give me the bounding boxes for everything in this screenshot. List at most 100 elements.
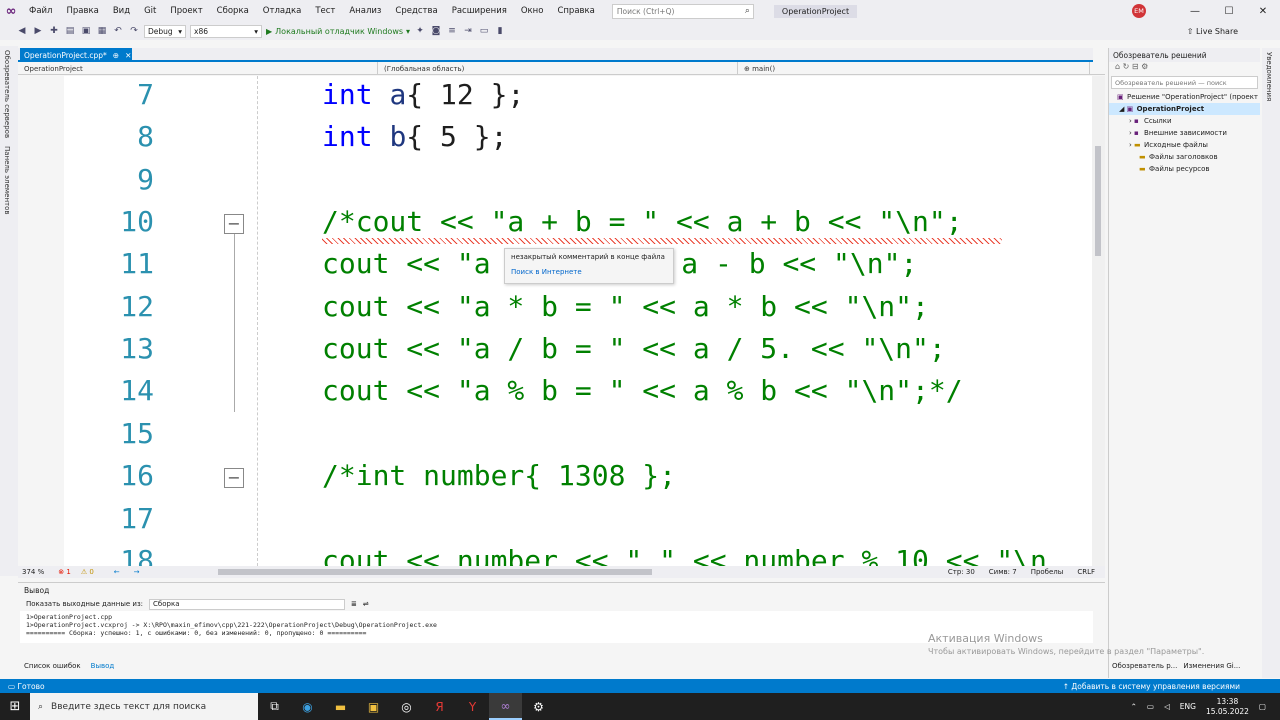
open-folder-icon[interactable]: ▤ (64, 26, 76, 36)
menu-extensions[interactable]: Расширения (445, 6, 514, 16)
tree-item-project[interactable]: ◢ ▣ OperationProject (1109, 103, 1260, 115)
save-all-icon[interactable]: ▦ (96, 26, 108, 36)
nav-back-icon[interactable]: ← (114, 568, 120, 576)
tree-item-source-files[interactable]: › ▬ Исходные файлы (1109, 139, 1260, 151)
maximize-icon[interactable]: ☐ (1212, 6, 1246, 17)
menu-view[interactable]: Вид (106, 6, 137, 16)
project-dropdown[interactable]: OperationProject (18, 62, 378, 75)
error-count[interactable]: ⊗ 1 (58, 568, 71, 576)
live-share-button[interactable]: ⇧ Live Share (1187, 27, 1238, 36)
undo-icon[interactable]: ↶ (112, 26, 124, 36)
toolbox-tab[interactable]: Панель элементов (0, 142, 14, 219)
bookmark-icon[interactable]: ▮ (494, 26, 506, 36)
tab-git-changes[interactable]: Изменения Gi... (1183, 662, 1240, 670)
zoom-level[interactable]: 374 % (22, 568, 44, 576)
chrome-icon[interactable]: ◎ (390, 693, 423, 720)
menu-window[interactable]: Окно (514, 6, 551, 16)
new-project-icon[interactable]: ✚ (48, 26, 60, 36)
visual-studio-icon[interactable]: ∞ (489, 693, 522, 720)
menu-edit[interactable]: Правка (59, 6, 105, 16)
expand-icon[interactable]: ◢ (1119, 105, 1127, 113)
back-icon[interactable]: ◀ (16, 26, 28, 36)
close-icon[interactable]: ✕ (1246, 6, 1280, 17)
menu-git[interactable]: Git (137, 6, 163, 16)
avatar[interactable]: EM (1132, 4, 1146, 18)
home-icon[interactable]: ⌂ (1115, 62, 1120, 71)
tab-operationproject-cpp[interactable]: OperationProject.cpp* ⊕ ✕ (20, 48, 132, 62)
play-icon: ▶ (266, 26, 273, 36)
windows-start-icon[interactable]: ⊞ (0, 693, 30, 720)
menu-file[interactable]: Файл (22, 6, 59, 16)
redo-icon[interactable]: ↷ (128, 26, 140, 36)
scrollbar-thumb[interactable] (1095, 146, 1101, 256)
function-dropdown[interactable]: ⊕ main() (738, 62, 1090, 75)
clear-output-icon[interactable]: ≣ (351, 600, 357, 608)
language-indicator[interactable]: ENG (1180, 702, 1196, 711)
notifications-tab[interactable]: Уведомления (1262, 48, 1276, 105)
tree-item-header-files[interactable]: ▬ Файлы заголовков (1109, 151, 1260, 163)
add-to-source-control[interactable]: ↑ Добавить в систему управления версиями (1063, 682, 1240, 691)
properties-icon[interactable]: ⚙ (1141, 62, 1148, 71)
settings-icon[interactable]: ⚙ (522, 693, 555, 720)
network-icon[interactable]: ▭ (1147, 702, 1154, 711)
task-view-icon[interactable]: ⧉ (258, 693, 291, 720)
spaces-indicator[interactable]: Пробелы (1031, 568, 1064, 576)
close-tab-icon[interactable]: ✕ (125, 51, 131, 60)
tab-output[interactable]: Вывод (91, 662, 115, 670)
solution-search-input[interactable]: Обозреватель решений — поиск (1111, 76, 1258, 89)
line-number: 17 (120, 502, 154, 535)
refresh-icon[interactable]: ↻ (1123, 62, 1130, 71)
scope-dropdown[interactable]: (Глобальная область) (378, 62, 738, 75)
menu-tools[interactable]: Средства (388, 6, 444, 16)
taskbar-search[interactable]: ⌕ Введите здесь текст для поиска (30, 693, 258, 720)
yandex-browser-icon[interactable]: Y (456, 693, 489, 720)
menu-build[interactable]: Сборка (210, 6, 256, 16)
collapse-icon[interactable]: − (224, 214, 244, 234)
editor-vertical-scrollbar[interactable] (1092, 76, 1105, 566)
code-editor[interactable]: 7 8 9 10 11 12 13 14 15 16 17 18 − − int… (64, 76, 1092, 566)
camera-icon[interactable]: ◙ (430, 26, 442, 36)
search-online-link[interactable]: Поиск в Интернете (511, 268, 667, 276)
tab-error-list[interactable]: Список ошибок (24, 662, 81, 670)
forward-icon[interactable]: ▶ (32, 26, 44, 36)
format-icon[interactable]: ≡ (446, 26, 458, 36)
warning-count[interactable]: ⚠ 0 (81, 568, 94, 576)
menu-debug[interactable]: Отладка (256, 6, 309, 16)
tab-solution-explorer[interactable]: Обозреватель р... (1112, 662, 1177, 670)
chevron-up-icon[interactable]: ⌃ (1131, 702, 1137, 711)
indent-icon[interactable]: ⇥ (462, 26, 474, 36)
line-ending-indicator[interactable]: CRLF (1077, 568, 1095, 576)
tree-item-references[interactable]: › ▪ Ссылки (1109, 115, 1260, 127)
fire-icon[interactable]: ✦ (414, 26, 426, 36)
comment-icon[interactable]: ▭ (478, 26, 490, 36)
horizontal-scrollbar-thumb[interactable] (218, 569, 652, 575)
search-input[interactable]: Поиск (Ctrl+Q) ⌕ (611, 3, 754, 19)
tree-item-external-deps[interactable]: › ▪ Внешние зависимости (1109, 127, 1260, 139)
menu-analyze[interactable]: Анализ (342, 6, 388, 16)
menu-test[interactable]: Тест (308, 6, 342, 16)
save-icon[interactable]: ▣ (80, 26, 92, 36)
volume-icon[interactable]: ◁ (1164, 702, 1170, 711)
minimize-icon[interactable]: — (1178, 6, 1212, 17)
word-wrap-icon[interactable]: ⇌ (363, 600, 369, 608)
run-debugger-button[interactable]: ▶ Локальный отладчик Windows ▾ (266, 27, 410, 36)
clock[interactable]: 13:38 15.05.2022 (1206, 697, 1249, 717)
file-explorer-icon[interactable]: ▬ (324, 693, 357, 720)
nav-forward-icon[interactable]: → (134, 568, 140, 576)
notification-icon[interactable]: ▢ (1259, 702, 1266, 711)
collapse-all-icon[interactable]: ⊟ (1132, 62, 1139, 71)
configuration-select[interactable]: Debug ▾ (144, 24, 186, 38)
menu-project[interactable]: Проект (163, 6, 209, 16)
edge-icon[interactable]: ◉ (291, 693, 324, 720)
menu-help[interactable]: Справка (550, 6, 601, 16)
pin-icon[interactable]: ⊕ (113, 51, 119, 60)
output-source-select[interactable]: Сборка (149, 598, 346, 610)
store-icon[interactable]: ▣ (357, 693, 390, 720)
solution-icon: ▣ (1117, 93, 1124, 101)
tree-item-solution[interactable]: ▣ Решение "OperationProject" (проект (1109, 91, 1260, 103)
collapse-icon[interactable]: − (224, 468, 244, 488)
server-explorer-tab[interactable]: Обозреватель серверов (0, 46, 14, 142)
yandex-icon[interactable]: Я (423, 693, 456, 720)
tree-item-resource-files[interactable]: ▬ Файлы ресурсов (1109, 163, 1260, 175)
platform-select[interactable]: x86 ▾ (190, 24, 262, 38)
